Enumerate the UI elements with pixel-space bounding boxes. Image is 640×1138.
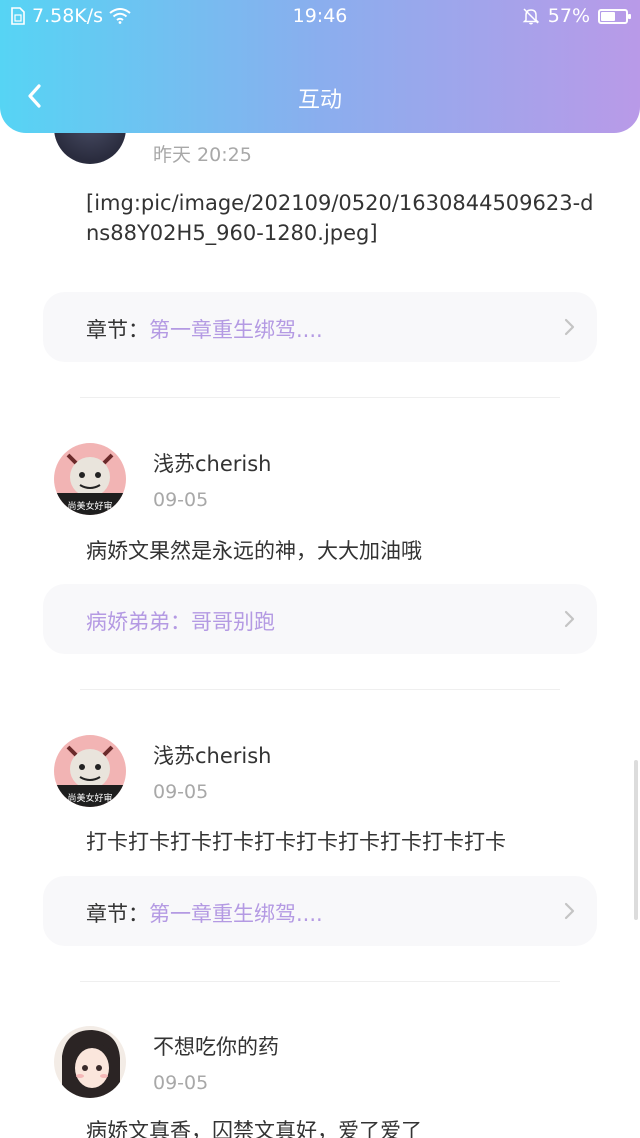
chapter-title: 第一章重生绑驾.... — [149, 902, 323, 926]
chevron-right-icon — [564, 902, 575, 920]
meme-avatar-icon: 尚美女好审 — [54, 735, 126, 807]
comment-date: 09-05 — [153, 781, 209, 803]
chapter-label: 章节：第一章重生绑驾.... — [86, 314, 323, 344]
book-title: 病娇弟弟：哥哥别跑 — [86, 610, 275, 634]
comment-date: 昨天 20:25 — [153, 144, 252, 166]
divider — [80, 981, 560, 982]
scrollbar[interactable] — [634, 760, 638, 920]
svg-text:尚美女好审: 尚美女好审 — [67, 792, 112, 804]
chapter-card[interactable]: 章节：第一章重生绑驾.... — [43, 876, 597, 946]
status-right: 57% — [522, 5, 631, 27]
comment-content: [img:pic/image/202109/0520/1630844509623… — [86, 191, 594, 245]
anime-avatar-icon — [54, 1026, 126, 1098]
avatar[interactable]: 尚美女好审 — [54, 735, 126, 807]
chapter-prefix: 章节： — [86, 318, 149, 342]
book-card[interactable]: 病娇弟弟：哥哥别跑 — [43, 584, 597, 654]
battery-percent: 57% — [547, 5, 590, 27]
chapter-card[interactable]: 章节：第一章重生绑驾.... — [43, 292, 597, 362]
avatar[interactable] — [54, 1026, 126, 1098]
comment-content: 病娇文真香，囚禁文真好，爱了爱了 — [86, 1119, 422, 1138]
divider — [80, 689, 560, 690]
svg-text:尚美女好审: 尚美女好审 — [67, 500, 112, 512]
bell-muted-icon — [522, 8, 540, 25]
battery-icon — [598, 8, 631, 24]
app-header: 7.58K/s 19:46 57% 互动 — [0, 0, 640, 133]
username[interactable]: 不想吃你的药 — [153, 1031, 279, 1061]
comment-content: 病娇文果然是永远的神，大大加油哦 — [86, 539, 422, 563]
book-label: 病娇弟弟：哥哥别跑 — [86, 606, 275, 636]
interaction-page: 昨天 20:25 [img:pic/image/202109/0520/1630… — [0, 0, 640, 1138]
comment-feed[interactable]: 昨天 20:25 [img:pic/image/202109/0520/1630… — [0, 0, 640, 1138]
chevron-right-icon — [564, 318, 575, 336]
avatar[interactable]: 尚美女好审 — [54, 443, 126, 515]
comment-content: 打卡打卡打卡打卡打卡打卡打卡打卡打卡打卡 — [86, 830, 506, 854]
battery-level — [601, 11, 615, 21]
username[interactable]: 浅苏cherish — [153, 448, 272, 478]
chevron-right-icon — [564, 610, 575, 628]
username[interactable]: 浅苏cherish — [153, 740, 272, 770]
status-bar: 7.58K/s 19:46 57% — [0, 0, 640, 34]
comment-date: 09-05 — [153, 1072, 209, 1094]
meme-avatar-icon: 尚美女好审 — [54, 443, 126, 515]
comment-date: 09-05 — [153, 489, 209, 511]
chapter-label: 章节：第一章重生绑驾.... — [86, 898, 323, 928]
chapter-prefix: 章节： — [86, 902, 149, 926]
divider — [80, 397, 560, 398]
chapter-title: 第一章重生绑驾.... — [149, 318, 323, 342]
page-title: 互动 — [297, 88, 342, 113]
